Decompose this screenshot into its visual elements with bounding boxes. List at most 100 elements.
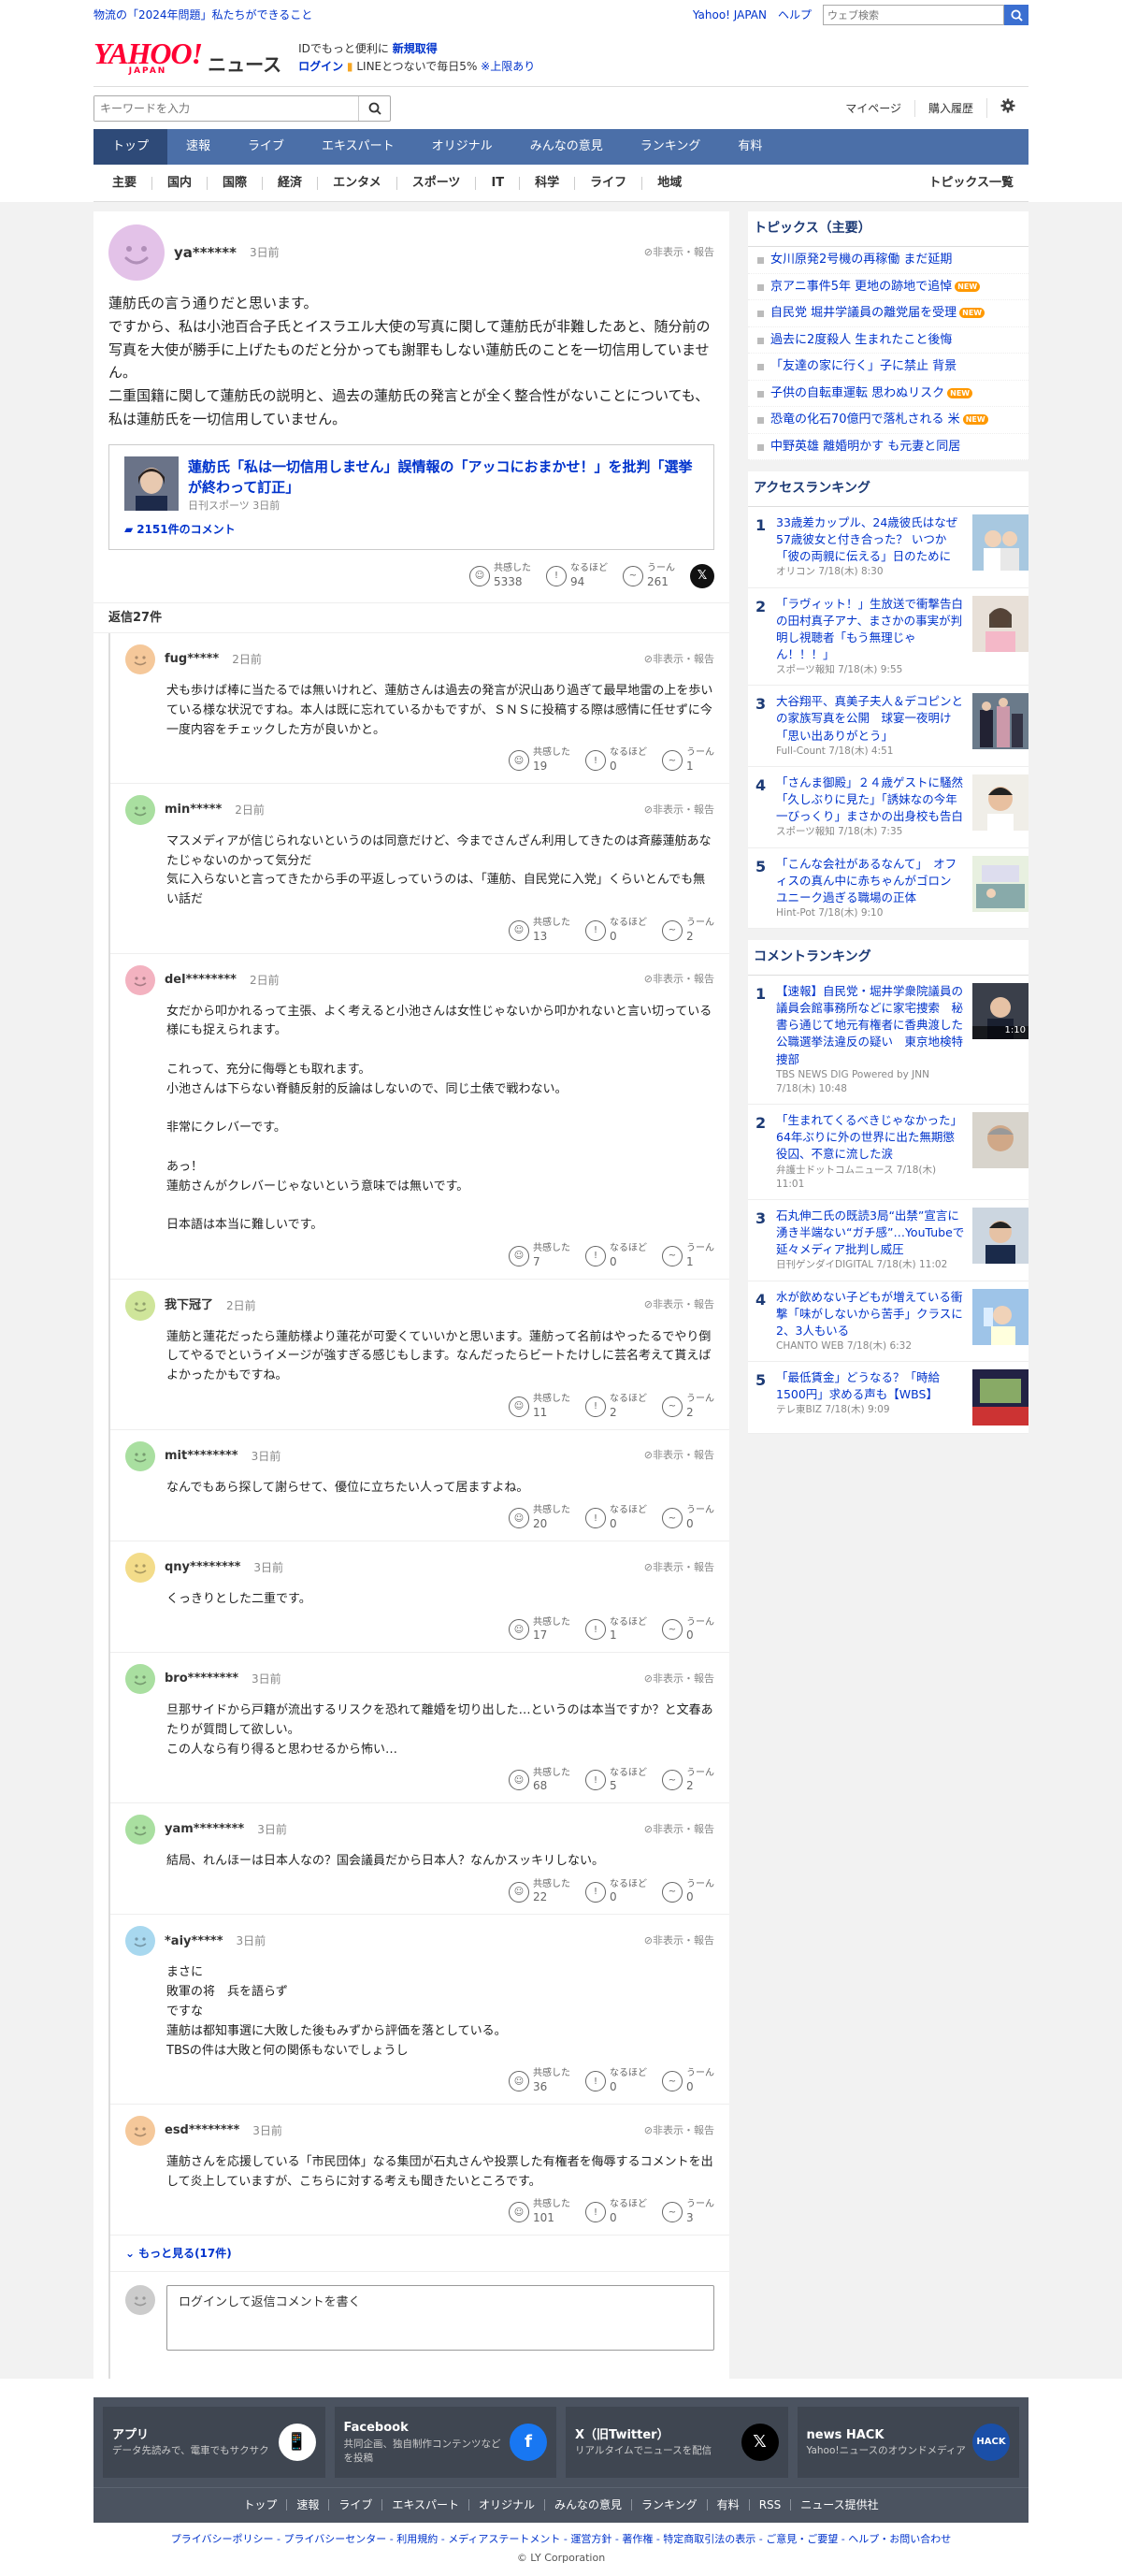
footer-app-0[interactable]: アプリ データ先読みで、電車でもサクサク 📱 <box>103 2406 325 2478</box>
report-button[interactable]: ⊘非表示・報告 <box>644 1297 714 1313</box>
x-share-button[interactable]: 𝕏 <box>690 563 714 588</box>
report-button[interactable]: ⊘非表示・報告 <box>644 2123 714 2139</box>
footer-nav-item[interactable]: ライブ <box>328 2499 381 2511</box>
limit-link[interactable]: ※上限あり <box>481 60 535 73</box>
ranking-item[interactable]: 4 「さんま御殿」２４歳ゲストに騒然「久しぶりに見た」「誘妹なの今年一びっくり」ま… <box>748 767 1028 848</box>
topic-item[interactable]: 恐竜の化石70億円で落札される 米 NEW <box>748 407 1028 434</box>
footer-nav-item[interactable]: みんなの意見 <box>544 2499 631 2511</box>
ranking-item[interactable]: 4 水が飲めない子どもが増えている衝撃「味がしないから苦手」クラスに2、3人もいる… <box>748 1281 1028 1363</box>
mypage-link[interactable]: マイページ <box>832 100 914 117</box>
topic-item[interactable]: 子供の自転車運転 思わぬリスク NEW <box>748 381 1028 407</box>
gnav-item[interactable]: みんなの意見 <box>511 129 622 165</box>
reply-user[interactable]: *aiy***** <box>165 1932 223 1951</box>
subnav-item[interactable]: 国内 <box>151 176 207 190</box>
ranking-item[interactable]: 1 33歳差カップル、24歳彼氏はなぜ57歳彼女と付き合った？ いつか「彼の両親に… <box>748 507 1028 588</box>
ranking-item[interactable]: 3 石丸伸二氏の既読3局“出禁”宣言に湧き半端ない“ガチ感”…YouTubeで延々… <box>748 1200 1028 1281</box>
footer-links[interactable]: プライバシーポリシー - プライバシーセンター - 利用規約 - メディアステー… <box>0 2523 1122 2552</box>
footer-app-2[interactable]: X（旧Twitter） リアルタイムでニュースを配信 𝕏 <box>566 2406 788 2478</box>
subnav-item[interactable]: IT <box>475 176 519 190</box>
empathy-button[interactable]: ☺ 共感した 22 <box>509 1879 570 1905</box>
ranking-item[interactable]: 1 【速報】自民党・堀井学衆院議員の議員会館事務所などに家宅捜索 秘書ら通じて地元… <box>748 976 1028 1106</box>
topics-all-link[interactable]: トピックス一覧 <box>928 174 1028 193</box>
doubt-button[interactable]: ~ うーん 0 <box>662 2068 714 2094</box>
subnav-item[interactable]: 科学 <box>519 176 574 190</box>
report-button[interactable]: ⊘非表示・報告 <box>644 652 714 668</box>
reply-user[interactable]: del******** <box>165 971 237 990</box>
gnav-item[interactable]: オリジナル <box>413 129 511 165</box>
yahoo-news-logo[interactable]: YAHOO! JAPAN ニュース <box>94 38 281 79</box>
keyword-search-button[interactable] <box>358 95 390 121</box>
reply-user[interactable]: fug***** <box>165 650 219 669</box>
footer-nav-item[interactable]: 速報 <box>286 2499 328 2511</box>
announce-link[interactable]: 物流の「2024年問題」私たちができること <box>94 7 312 23</box>
topic-item[interactable]: 「友達の家に行く」子に禁止 背景 <box>748 354 1028 381</box>
doubt-button[interactable]: ~ うーん 1 <box>662 1243 714 1269</box>
gnav-item[interactable]: エキスパート <box>303 129 413 165</box>
gnav-item[interactable]: 有料 <box>719 129 781 165</box>
doubt-button[interactable]: ~ うーん 0 <box>662 1505 714 1531</box>
signup-link[interactable]: 新規取得 <box>393 42 438 55</box>
doubt-button[interactable]: ~ うーん 2 <box>662 918 714 944</box>
topic-item[interactable]: 中野英雄 離婚明かす も元妻と同居 <box>748 434 1028 460</box>
gnav-item[interactable]: トップ <box>94 129 168 165</box>
footer-nav-item[interactable]: トップ <box>234 2499 286 2511</box>
gnav-item[interactable]: ランキング <box>622 129 720 165</box>
report-button[interactable]: ⊘非表示・報告 <box>644 972 714 988</box>
ranking-item[interactable]: 2 「ラヴィット！」生放送で衝撃告白の田村真子アナ、まさかの事実が判明し視聴者「も… <box>748 588 1028 687</box>
insight-button[interactable]: ! なるほど 0 <box>585 747 647 774</box>
subnav-item[interactable]: 経済 <box>262 176 317 190</box>
doubt-button[interactable]: ~ うーん 3 <box>662 2199 714 2225</box>
help-link[interactable]: ヘルプ <box>778 7 812 23</box>
web-search-input[interactable] <box>823 5 1004 25</box>
footer-nav-item[interactable]: オリジナル <box>468 2499 544 2511</box>
show-more-button[interactable]: ⌄ もっと見る(17件) <box>110 2236 729 2272</box>
empathy-button[interactable]: ☺ 共感した 11 <box>509 1394 570 1420</box>
reply-user[interactable]: esd******** <box>165 2121 239 2140</box>
topic-item[interactable]: 女川原発2号機の再稼働 まだ延期 <box>748 247 1028 274</box>
footer-app-3[interactable]: news HACK Yahoo!ニュースのオウンドメディア HACK <box>797 2406 1019 2478</box>
topic-item[interactable]: 京アニ事件5年 更地の跡地で追悼 NEW <box>748 274 1028 300</box>
reply-user[interactable]: qny******** <box>165 1558 240 1577</box>
report-button[interactable]: ⊘非表示・報告 <box>644 1822 714 1838</box>
empathy-button[interactable]: ☺ 共感した 20 <box>509 1505 570 1531</box>
footer-nav-item[interactable]: ランキング <box>631 2499 707 2511</box>
insight-button[interactable]: ! なるほど 94 <box>546 563 608 589</box>
empathy-button[interactable]: ☺ 共感した 17 <box>509 1617 570 1643</box>
ranking-item[interactable]: 2 「生まれてくるべきじゃなかった」64年ぶりに外の世界に出た無期懲役囚、不意に流… <box>748 1105 1028 1200</box>
insight-button[interactable]: ! なるほど 0 <box>585 2199 647 2225</box>
report-button[interactable]: ⊘非表示・報告 <box>644 803 714 818</box>
insight-button[interactable]: ! なるほど 0 <box>585 1879 647 1905</box>
reply-user[interactable]: bro******** <box>165 1670 238 1688</box>
empathy-button[interactable]: ☺ 共感した 19 <box>509 747 570 774</box>
subnav-item[interactable]: 地域 <box>641 176 697 190</box>
reply-user[interactable]: mit******** <box>165 1447 238 1466</box>
subnav-item[interactable]: エンタメ <box>317 176 396 190</box>
insight-button[interactable]: ! なるほど 2 <box>585 1394 647 1420</box>
ranking-item[interactable]: 5 「最低賃金」どうなる？「時給1500円」求める声も【WBS】 テレ東BIZ 7/… <box>748 1362 1028 1435</box>
footer-nav-item[interactable]: 有料 <box>706 2499 749 2511</box>
keyword-search-input[interactable] <box>94 95 358 121</box>
insight-button[interactable]: ! なるほど 0 <box>585 2068 647 2094</box>
footer-nav-item[interactable]: RSS <box>748 2499 791 2511</box>
topic-item[interactable]: 自民党 堀井学議員の離党届を受理 NEW <box>748 300 1028 327</box>
comment-user[interactable]: ya****** <box>174 242 237 264</box>
doubt-button[interactable]: ~ うーん 261 <box>623 563 675 589</box>
empathy-button[interactable]: ☺ 共感した 13 <box>509 918 570 944</box>
article-card[interactable]: 蓮舫氏「私は一切信用しません」誤情報の「アッコにおまかせ！」を批判「選挙が終わっ… <box>108 443 714 550</box>
doubt-button[interactable]: ~ うーん 2 <box>662 1768 714 1794</box>
report-button[interactable]: ⊘非表示・報告 <box>644 1933 714 1949</box>
article-title[interactable]: 蓮舫氏「私は一切信用しません」誤情報の「アッコにおまかせ！」を批判「選挙が終わっ… <box>188 456 698 499</box>
footer-nav-item[interactable]: ニュース提供社 <box>790 2499 887 2511</box>
article-comments-link[interactable]: ▰ 2151件のコメント <box>124 521 698 538</box>
doubt-button[interactable]: ~ うーん 0 <box>662 1617 714 1643</box>
topic-item[interactable]: 過去に2度殺人 生まれたこと後悔 <box>748 327 1028 354</box>
empathy-button[interactable]: ☺ 共感した 101 <box>509 2199 570 2225</box>
settings-button[interactable] <box>986 98 1028 118</box>
reply-user[interactable]: yam******** <box>165 1820 244 1839</box>
report-button[interactable]: ⊘非表示・報告 <box>644 1560 714 1576</box>
insight-button[interactable]: ! なるほど 5 <box>585 1768 647 1794</box>
login-link[interactable]: ログイン <box>298 60 343 73</box>
ranking-item[interactable]: 3 大谷翔平、真美子夫人＆デコピンとの家族写真を公開 球宴一夜明け「思い出ありがと… <box>748 686 1028 767</box>
report-button[interactable]: ⊘非表示・報告 <box>644 1448 714 1464</box>
insight-button[interactable]: ! なるほど 0 <box>585 1505 647 1531</box>
